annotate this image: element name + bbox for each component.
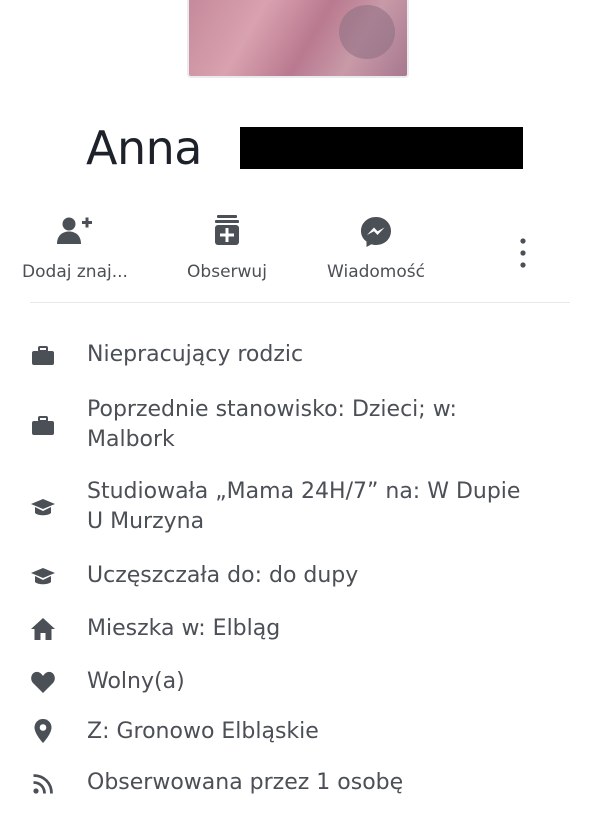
follow-button[interactable]: Obserwuj	[170, 214, 284, 282]
briefcase-icon	[32, 416, 54, 435]
messenger-icon	[361, 217, 391, 247]
detail-text: Mieszka w: Elbląg	[87, 616, 281, 641]
graduation-cap-icon	[31, 568, 55, 585]
section-divider	[30, 302, 570, 303]
follow-label: Obserwuj	[187, 262, 267, 282]
profile-name: Anna	[86, 121, 202, 175]
briefcase-icon	[32, 346, 54, 365]
location-pin-icon	[34, 719, 52, 743]
detail-text: Niepracujący rodzic	[87, 342, 304, 367]
profile-photo[interactable]	[187, 0, 409, 78]
home-icon	[31, 618, 55, 640]
graduation-cap-icon	[31, 499, 55, 516]
redacted-surname	[240, 127, 523, 169]
heart-icon	[31, 671, 55, 693]
profile-actions-bar: Dodaj znaj... Obserwuj Wiadomość	[0, 214, 600, 294]
more-vertical-icon[interactable]	[515, 236, 531, 270]
detail-text: Wolny(a)	[87, 669, 185, 694]
detail-text: Studiowała „Mama 24H/7” na: W Dupie U Mu…	[87, 479, 521, 534]
add-friend-button[interactable]: Dodaj znaj...	[8, 214, 142, 282]
add-friend-label: Dodaj znaj...	[22, 262, 128, 282]
message-label: Wiadomość	[327, 262, 425, 282]
profile-name-row: Anna	[86, 120, 202, 176]
add-friend-icon	[57, 217, 92, 244]
message-button[interactable]: Wiadomość	[306, 214, 446, 282]
detail-text: Z: Gronowo Elbląskie	[87, 719, 319, 744]
detail-text: Uczęszczała do: do dupy	[87, 563, 359, 588]
detail-text: Poprzednie stanowisko: Dzieci; w: Malbor…	[87, 397, 457, 452]
rss-follow-icon	[33, 774, 53, 794]
follow-icon	[215, 215, 239, 245]
detail-text: Obserwowana przez 1 osobę	[87, 770, 404, 795]
